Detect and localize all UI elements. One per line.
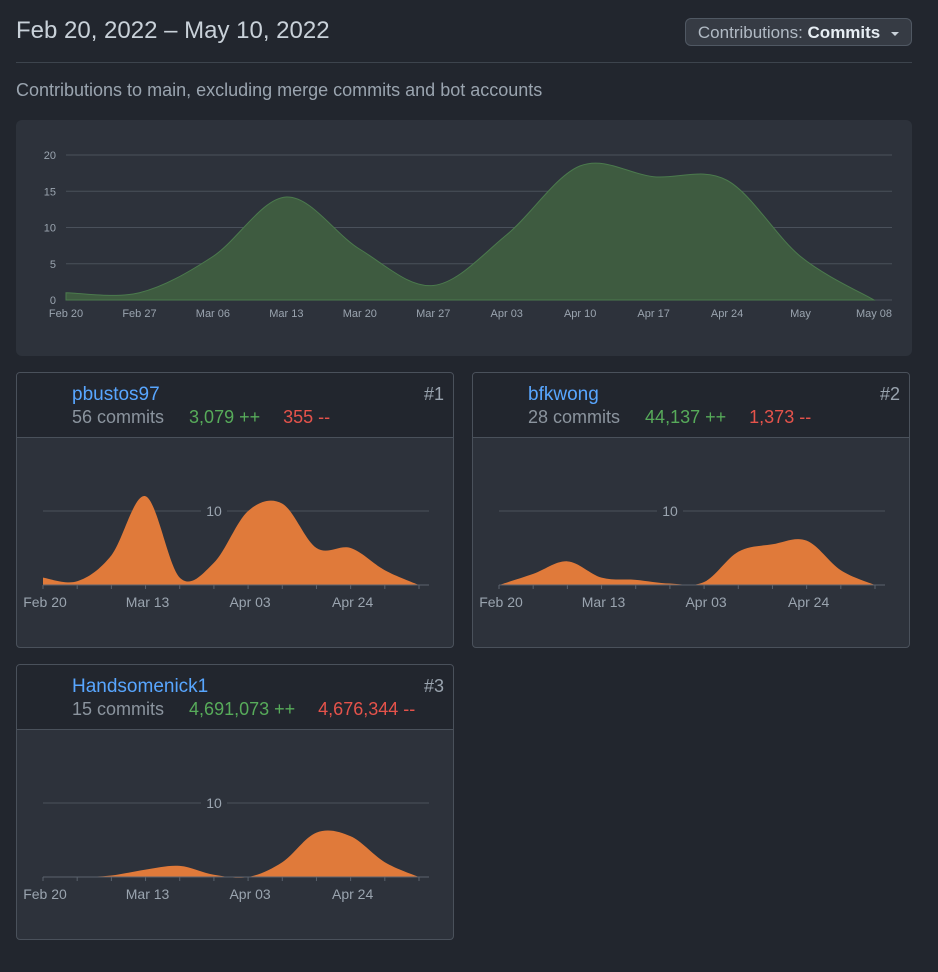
x-tick-label: Feb 20 (23, 886, 67, 902)
dragon-avatar-icon[interactable] (25, 673, 65, 713)
contributor-card-header: pbustos97 #1 56 commits 3,079 ++ 355 -- (17, 373, 453, 438)
deletions-count: 1,373 -- (749, 407, 812, 427)
y-tick-label: 20 (44, 150, 56, 162)
x-tick-label: Mar 13 (126, 594, 170, 610)
contributor-chart: 10 Feb 20 Mar 13 Apr 03 Apr 24 (479, 502, 885, 610)
overview-chart: 0 5 10 15 20 Feb 20 Feb 27 Mar 06 Mar 13 Mar 20 Ma… (44, 150, 892, 320)
x-tick-label: Apr 03 (229, 594, 270, 610)
overview-chart-panel: 0 5 10 15 20 Feb 20 Feb 27 Mar 06 Mar 13 Mar 20 Ma… (16, 120, 912, 356)
dropdown-value: Commits (807, 23, 881, 42)
x-tick-label: Feb 20 (479, 594, 523, 610)
contributor-chart: 10 Feb 20 Mar 13 Apr 03 Apr 24 (23, 496, 429, 610)
caret-down-icon (891, 31, 899, 36)
contributor-card-header: Handsomenick1 #3 15 commits 4,691,073 ++… (17, 665, 453, 730)
contributions-type-dropdown[interactable]: Contributions: Commits (684, 18, 912, 46)
x-tick-label: Apr 24 (711, 308, 743, 320)
x-tick-label: Feb 27 (122, 308, 156, 320)
x-tick-label: May (790, 308, 811, 320)
x-tick-label: Mar 13 (582, 594, 626, 610)
contributor-stats: 28 commits 44,137 ++ 1,373 -- (528, 407, 811, 428)
x-tick-label: Apr 24 (332, 886, 373, 902)
y-tick-label: 10 (206, 503, 222, 519)
deletions-count: 355 -- (283, 407, 331, 427)
contributor-card: bfkwong #2 28 commits 44,137 ++ 1,373 --… (472, 372, 910, 648)
contributor-rank: #3 (423, 676, 444, 696)
x-tick-label: Apr 17 (637, 308, 669, 320)
dog-avatar-icon[interactable] (25, 381, 65, 421)
contributor-username[interactable]: Handsomenick1 (72, 676, 208, 698)
x-tick-label: Mar 13 (126, 886, 170, 902)
contributor-rank: #1 (423, 384, 444, 404)
x-tick-label: Apr 03 (229, 886, 270, 902)
dropdown-prefix: Contributions: (697, 23, 803, 42)
y-tick-label: 10 (206, 795, 222, 811)
y-tick-label: 15 (44, 186, 56, 198)
additions-count: 44,137 ++ (645, 407, 727, 427)
contributor-username[interactable]: pbustos97 (72, 384, 160, 406)
contributor-area (43, 496, 419, 585)
additions-count: 3,079 ++ (189, 407, 261, 427)
cartoon-avatar-icon[interactable] (481, 381, 521, 421)
x-tick-label: Apr 24 (788, 594, 829, 610)
commit-count-link[interactable]: 56 commits (72, 407, 164, 427)
x-tick-label: Mar 27 (416, 308, 450, 320)
x-tick-label: Feb 20 (49, 308, 83, 320)
contributor-area (43, 830, 419, 878)
page-subtitle: Contributions to main, excluding merge c… (16, 80, 543, 100)
contributor-username[interactable]: bfkwong (528, 384, 599, 406)
deletions-count: 4,676,344 -- (318, 699, 416, 719)
contributor-card: Handsomenick1 #3 15 commits 4,691,073 ++… (16, 664, 454, 940)
contributor-stats: 15 commits 4,691,073 ++ 4,676,344 -- (72, 699, 415, 720)
additions-count: 4,691,073 ++ (189, 699, 296, 719)
x-tick-label: Feb 20 (23, 594, 67, 610)
x-tick-label: Mar 20 (343, 308, 377, 320)
contributor-chart: 10 Feb 20 Mar 13 Apr 03 Apr 24 (23, 794, 429, 902)
contributor-card-header: bfkwong #2 28 commits 44,137 ++ 1,373 -- (473, 373, 909, 438)
contributor-stats: 56 commits 3,079 ++ 355 -- (72, 407, 330, 428)
y-tick-label: 10 (662, 503, 678, 519)
commits-area (65, 162, 876, 301)
x-tick-label: Apr 03 (491, 308, 523, 320)
x-tick-label: Apr 24 (332, 594, 373, 610)
page-header: Feb 20, 2022 – May 10, 2022 Contribution… (16, 0, 912, 63)
date-range-title: Feb 20, 2022 – May 10, 2022 (16, 17, 330, 44)
contributor-area (499, 539, 875, 585)
contributor-card: pbustos97 #1 56 commits 3,079 ++ 355 -- … (16, 372, 454, 648)
y-tick-label: 5 (50, 259, 56, 271)
x-tick-label: Mar 06 (196, 308, 230, 320)
x-tick-label: Mar 13 (269, 308, 303, 320)
x-tick-label: Apr 03 (685, 594, 726, 610)
x-tick-label: May 08 (856, 308, 892, 320)
y-tick-label: 10 (44, 223, 56, 235)
y-tick-label: 0 (50, 295, 56, 307)
commit-count-link[interactable]: 28 commits (528, 407, 620, 427)
contributor-rank: #2 (879, 384, 900, 404)
x-tick-label: Apr 10 (564, 308, 596, 320)
commit-count-link[interactable]: 15 commits (72, 699, 164, 719)
